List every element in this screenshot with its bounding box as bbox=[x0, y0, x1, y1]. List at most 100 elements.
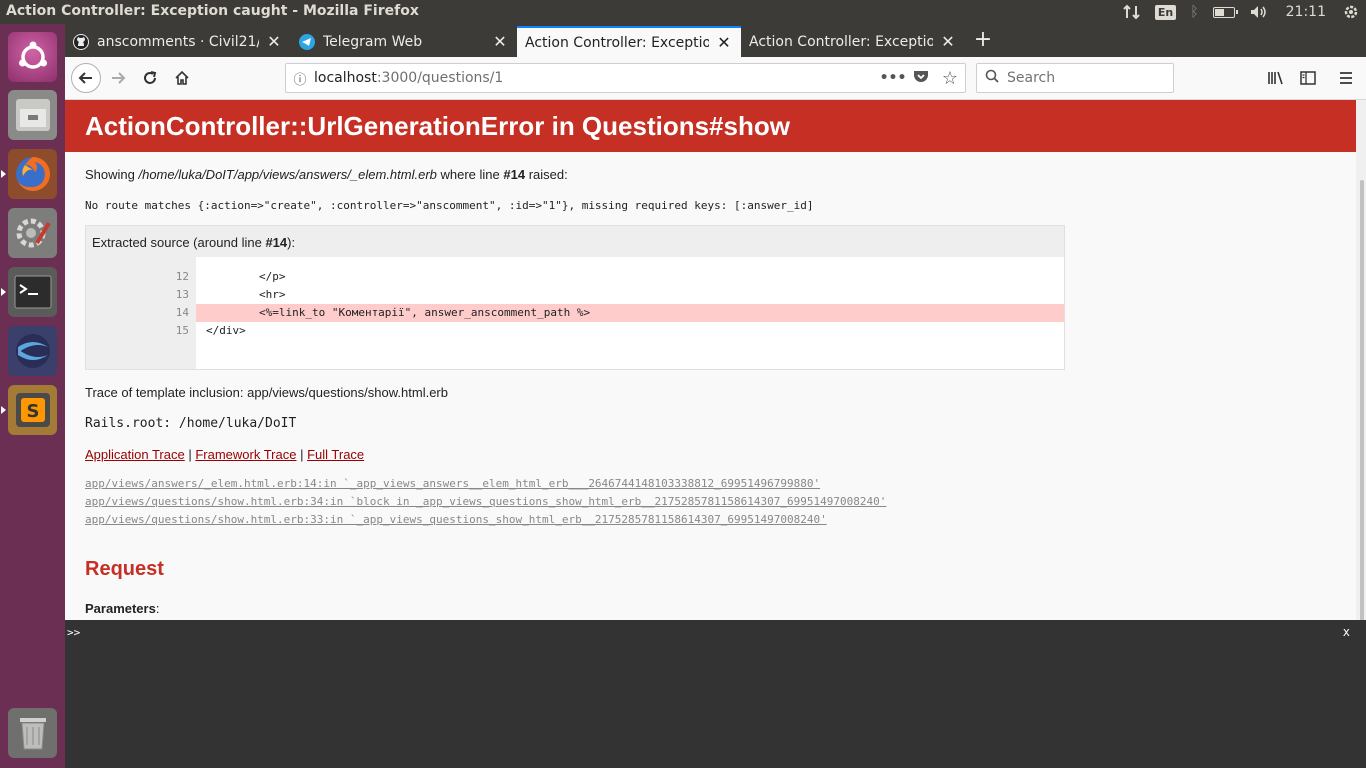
home-icon bbox=[175, 70, 189, 85]
console-close-button[interactable]: x bbox=[1343, 625, 1350, 639]
page-actions-icon[interactable]: ••• bbox=[879, 70, 907, 86]
source-heading: Extracted source (around line #14): bbox=[86, 226, 1064, 257]
console-prompt[interactable]: >> bbox=[67, 626, 80, 639]
reload-button[interactable] bbox=[135, 63, 165, 93]
tab-bar: anscomments · Civil21/D ✕ Telegram Web ✕… bbox=[65, 24, 1366, 57]
library-button[interactable] bbox=[1261, 63, 1291, 93]
error-header: ActionController::UrlGenerationError in … bbox=[65, 100, 1356, 152]
volume-icon[interactable] bbox=[1242, 0, 1276, 24]
line-number: 14 bbox=[175, 306, 189, 319]
arrow-right-icon bbox=[112, 72, 126, 84]
close-icon[interactable]: ✕ bbox=[939, 32, 957, 51]
framework-trace-link[interactable]: Framework Trace bbox=[195, 447, 296, 462]
nav-bar: ⓘ localhost :3000/questions/1 ••• ☆ Sear… bbox=[65, 57, 1366, 100]
tab-action-controller[interactable]: Action Controller: Exceptio ✕ bbox=[741, 26, 965, 57]
launcher: S bbox=[0, 24, 65, 768]
battery-icon[interactable] bbox=[1206, 0, 1242, 24]
url-bar[interactable]: ⓘ localhost :3000/questions/1 ••• ☆ bbox=[285, 63, 966, 93]
showing-mid: where line bbox=[436, 167, 504, 182]
sidebar-icon bbox=[1300, 71, 1316, 85]
extracted-source: Extracted source (around line #14): 12 1… bbox=[85, 225, 1065, 370]
keyboard-layout-indicator[interactable]: En bbox=[1148, 0, 1183, 24]
sublime-text-icon[interactable]: S bbox=[8, 385, 57, 435]
tab-action-controller-active[interactable]: Action Controller: Exceptio ✕ bbox=[517, 26, 741, 57]
parameters-label: Parameters: bbox=[85, 601, 159, 616]
menu-button[interactable] bbox=[1331, 63, 1361, 93]
application-trace-link[interactable]: Application Trace bbox=[85, 447, 185, 462]
showing-line-number: #14 bbox=[503, 167, 526, 182]
error-title: ActionController::UrlGenerationError in … bbox=[85, 111, 790, 141]
gear-icon[interactable] bbox=[1336, 0, 1366, 24]
tab-label: Action Controller: Exceptio bbox=[749, 33, 933, 50]
trash-icon[interactable] bbox=[8, 708, 57, 758]
rails-root: Rails.root: /home/luka/DoIT bbox=[85, 416, 297, 431]
line-number: 13 bbox=[175, 288, 189, 301]
bluetooth-icon[interactable]: ᛒ bbox=[1183, 0, 1205, 24]
app-icon[interactable] bbox=[8, 326, 57, 376]
scrollbar-thumb[interactable] bbox=[1360, 180, 1364, 652]
page-content: ActionController::UrlGenerationError in … bbox=[65, 100, 1356, 620]
close-icon[interactable]: ✕ bbox=[265, 32, 283, 51]
bookmark-star-icon[interactable]: ☆ bbox=[935, 68, 965, 89]
ubuntu-dash-icon[interactable] bbox=[8, 32, 57, 82]
tab-telegram[interactable]: Telegram Web ✕ bbox=[291, 26, 517, 57]
running-indicator bbox=[1, 170, 6, 178]
showing-line: Showing /home/luka/DoIT/app/views/answer… bbox=[85, 167, 568, 182]
code-line: <hr> bbox=[206, 288, 286, 301]
running-indicator bbox=[1, 406, 6, 414]
running-indicator bbox=[1, 288, 6, 296]
page-scrollbar[interactable] bbox=[1356, 100, 1366, 652]
showing-suffix: raised: bbox=[525, 167, 568, 182]
system-tray: En ᛒ 21:11 bbox=[1116, 0, 1366, 24]
full-trace-link[interactable]: Full Trace bbox=[307, 447, 364, 462]
firefox-window: anscomments · Civil21/D ✕ Telegram Web ✕… bbox=[65, 24, 1366, 768]
network-icon[interactable] bbox=[1116, 0, 1148, 24]
template-trace: Trace of template inclusion: app/views/q… bbox=[85, 385, 448, 400]
source-heading-suffix: ): bbox=[287, 235, 296, 250]
telegram-icon bbox=[299, 33, 315, 50]
firefox-icon[interactable] bbox=[8, 149, 57, 199]
code-line: </p> bbox=[206, 270, 286, 283]
terminal-icon[interactable] bbox=[8, 267, 57, 317]
web-console[interactable]: >> x bbox=[65, 620, 1366, 768]
parameters-label-text: Parameters bbox=[85, 601, 156, 616]
keyboard-layout-label: En bbox=[1154, 4, 1177, 20]
tab-anscomments[interactable]: anscomments · Civil21/D ✕ bbox=[65, 26, 291, 57]
tab-label: Action Controller: Exceptio bbox=[525, 34, 709, 51]
reload-icon bbox=[144, 71, 157, 84]
clock[interactable]: 21:11 bbox=[1276, 0, 1336, 24]
github-icon bbox=[73, 33, 89, 50]
trace-line[interactable]: app/views/questions/show.html.erb:33:in … bbox=[85, 513, 827, 526]
trace-links: Application Trace | Framework Trace | Fu… bbox=[85, 447, 364, 462]
back-button[interactable] bbox=[71, 63, 101, 93]
top-panel: Action Controller: Exception caught - Mo… bbox=[0, 0, 1366, 24]
error-message: No route matches {:action=>"create", :co… bbox=[85, 199, 814, 212]
close-icon[interactable]: ✕ bbox=[491, 32, 509, 51]
forward-button[interactable] bbox=[103, 63, 133, 93]
pocket-icon[interactable] bbox=[907, 69, 935, 87]
search-bar[interactable]: Search bbox=[976, 63, 1174, 93]
url-path: :3000/questions/1 bbox=[376, 70, 504, 86]
tab-label: Telegram Web bbox=[323, 33, 423, 50]
close-icon[interactable]: ✕ bbox=[715, 33, 733, 52]
source-heading-line: #14 bbox=[265, 235, 288, 250]
info-icon[interactable]: ⓘ bbox=[286, 69, 314, 88]
system-settings-icon[interactable] bbox=[8, 208, 57, 258]
showing-prefix: Showing bbox=[85, 167, 139, 182]
new-tab-button[interactable]: + bbox=[970, 28, 996, 54]
trace-line[interactable]: app/views/questions/show.html.erb:34:in … bbox=[85, 495, 886, 508]
files-icon[interactable] bbox=[8, 90, 57, 140]
arrow-left-icon bbox=[78, 72, 92, 84]
code-line: </div> bbox=[206, 324, 246, 337]
parameters-colon: : bbox=[155, 601, 160, 616]
source-heading-prefix: Extracted source (around line bbox=[92, 235, 266, 250]
line-number: 12 bbox=[175, 270, 189, 283]
code-line-highlighted: <%=link_to "Коментарії", answer_anscomme… bbox=[196, 304, 1064, 322]
sidebar-button[interactable] bbox=[1293, 63, 1323, 93]
separator: | bbox=[296, 447, 308, 462]
trace-line[interactable]: app/views/answers/_elem.html.erb:14:in `… bbox=[85, 477, 820, 490]
home-button[interactable] bbox=[167, 63, 197, 93]
search-icon bbox=[985, 69, 999, 87]
line-numbers: 12 13 14 15 bbox=[86, 257, 196, 369]
library-icon bbox=[1268, 71, 1283, 85]
